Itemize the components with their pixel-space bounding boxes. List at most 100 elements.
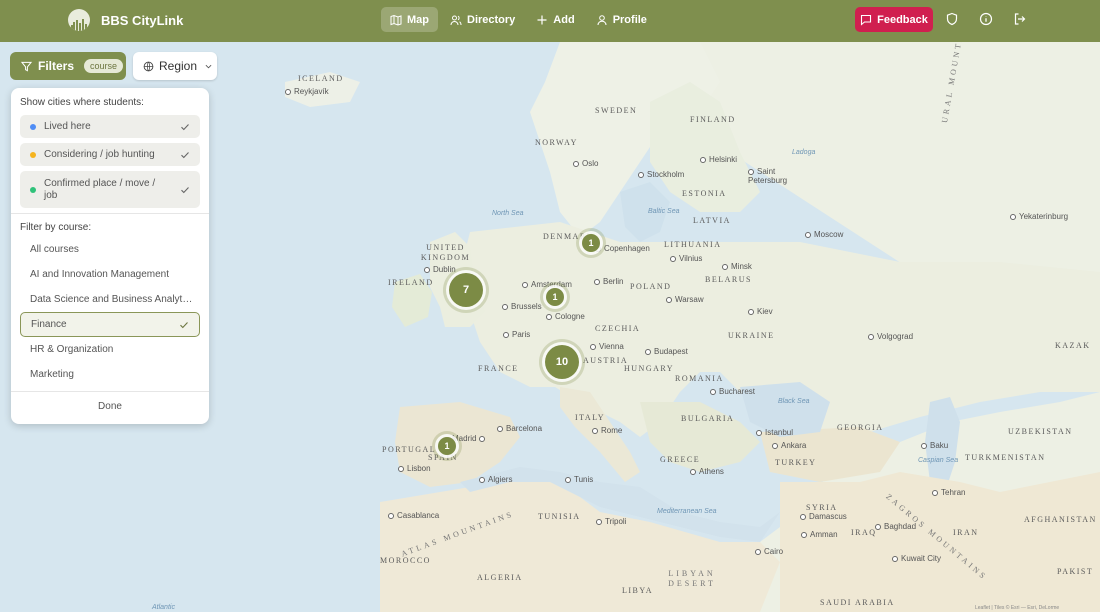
- done-button[interactable]: Done: [20, 392, 200, 412]
- map-label-country: BELARUS: [705, 275, 752, 284]
- map-label-city: Istanbul: [756, 428, 793, 437]
- map-label-city: Madrid: [452, 434, 485, 443]
- map-label-sea: Caspian Sea: [918, 457, 959, 464]
- brand[interactable]: BBS CityLink: [68, 9, 183, 31]
- map-label-city: Yekaterinburg: [1010, 212, 1068, 221]
- status-option-lived[interactable]: Lived here: [20, 115, 200, 138]
- course-option[interactable]: AI and Innovation Management: [20, 262, 200, 287]
- nav-map-button[interactable]: Map: [381, 7, 438, 32]
- status-option-confirmed[interactable]: Confirmed place / move / job: [20, 171, 200, 208]
- region-dropdown[interactable]: Region: [133, 52, 217, 80]
- map-label-country: ITALY: [575, 413, 606, 422]
- map-label-city: Helsinki: [700, 155, 737, 164]
- feedback-button[interactable]: Feedback: [855, 7, 933, 32]
- map-label-country: LATVIA: [693, 216, 731, 225]
- course-label: Finance: [31, 319, 67, 330]
- map-label-country: AUSTRIA: [583, 356, 629, 365]
- map-label-country: NORWAY: [535, 138, 578, 147]
- map-icon: [390, 14, 402, 26]
- map-label-city: Berlin: [594, 277, 623, 286]
- check-icon: [180, 321, 188, 328]
- map-label-city: Tehran: [932, 488, 965, 497]
- city-cluster-marker[interactable]: 7: [449, 273, 483, 307]
- map-label-country: UZBEKISTAN: [1008, 427, 1073, 436]
- map-label-country: SAUDI ARABIA: [820, 598, 895, 607]
- map-label-country: GEORGIA: [837, 423, 884, 432]
- map-label-city: Minsk: [722, 262, 752, 271]
- map-label-city: Athens: [690, 467, 724, 476]
- map-label-country: ESTONIA: [682, 189, 727, 198]
- map-label-country: CZECHIA: [595, 324, 641, 333]
- plus-icon: [537, 15, 547, 24]
- map-label-country: IRAN: [953, 528, 979, 537]
- map-label-city: Oslo: [573, 159, 598, 168]
- map-label-sea: Baltic Sea: [648, 208, 680, 215]
- status-label: Confirmed place / move / job: [44, 177, 156, 201]
- city-cluster-marker[interactable]: 1: [546, 288, 564, 306]
- map-label-city: Vienna: [590, 342, 624, 351]
- city-cluster-marker[interactable]: 10: [545, 345, 579, 379]
- map-label-city: Paris: [503, 330, 530, 339]
- status-heading: Show cities where students:: [20, 97, 144, 108]
- map-label-country: UKRAINE: [728, 331, 775, 340]
- map-label-country: LITHUANIA: [664, 240, 722, 249]
- map-label-city: Baku: [921, 441, 948, 450]
- map-label-country: FRANCE: [478, 364, 519, 373]
- globe-icon: [143, 61, 154, 71]
- nav-map-label: Map: [407, 13, 429, 26]
- nav-directory-button[interactable]: Directory: [441, 7, 524, 32]
- shield-icon[interactable]: [945, 12, 959, 26]
- map-label-city: Lisbon: [398, 464, 431, 473]
- map-label-country: TUNISIA: [538, 512, 581, 521]
- map-label-desert: LIBYAN DESERT: [668, 569, 716, 588]
- nav-profile-button[interactable]: Profile: [587, 7, 656, 32]
- logout-icon[interactable]: [1013, 12, 1027, 26]
- filters-button[interactable]: Filters course: [10, 52, 126, 80]
- map-label-city: Saint Petersburg: [748, 167, 803, 185]
- map-label-country: ALGERIA: [477, 573, 523, 582]
- map-label-city: Tunis: [565, 475, 593, 484]
- map-label-city: Ankara: [772, 441, 806, 450]
- course-option-selected[interactable]: Finance: [20, 312, 200, 337]
- map-label-country: ROMANIA: [675, 374, 724, 383]
- map-attribution[interactable]: Leaflet | Tiles © Esri — Esri, DeLorme: [975, 605, 1059, 611]
- course-option[interactable]: Data Science and Business Analyt…: [20, 287, 200, 312]
- main-nav: Map Directory Add Profile: [381, 7, 659, 32]
- course-option[interactable]: HR & Organization: [20, 337, 200, 362]
- top-navigation-bar: BBS CityLink Map Directory Add Profile F…: [0, 0, 1100, 42]
- status-dot-green: [30, 186, 36, 193]
- map-label-city: Damascus: [800, 512, 847, 521]
- map-label-city: Reykjavík: [285, 87, 329, 96]
- city-skyline-logo-icon: [68, 9, 90, 31]
- map-label-country: PAKIST: [1057, 567, 1094, 576]
- map-label-sea: North Sea: [492, 210, 524, 217]
- map-label-city: Baghdad: [875, 522, 916, 531]
- info-icon[interactable]: [979, 12, 993, 26]
- city-cluster-marker[interactable]: 1: [582, 234, 600, 252]
- filter-panel: Show cities where students: Lived here C…: [11, 88, 209, 424]
- nav-add-button[interactable]: Add: [527, 7, 583, 32]
- course-option[interactable]: All courses: [20, 237, 200, 262]
- user-icon: [597, 14, 607, 25]
- filter-icon: [21, 61, 32, 71]
- map-label-country: FINLAND: [690, 115, 736, 124]
- course-option[interactable]: Marketing: [20, 362, 200, 387]
- map-label-country: IRELAND: [388, 278, 434, 287]
- map-label-city: Cairo: [755, 547, 783, 556]
- map-label-country: UNITED KINGDOM: [420, 243, 471, 262]
- map-label-city: Amman: [801, 530, 838, 539]
- map-label-sea: Mediterranean Sea: [657, 508, 717, 515]
- region-label: Region: [159, 59, 198, 73]
- chevron-down-icon: [205, 64, 212, 68]
- map-label-ocean: Atlantic: [152, 604, 175, 611]
- check-icon: [181, 123, 189, 130]
- map-label-country: IRAQ: [851, 528, 877, 537]
- city-cluster-marker[interactable]: 1: [438, 437, 456, 455]
- status-option-considering[interactable]: Considering / job hunting: [20, 143, 200, 166]
- nav-profile-label: Profile: [612, 13, 647, 26]
- course-heading: Filter by course:: [20, 222, 92, 233]
- map-label-city: Stockholm: [638, 170, 684, 179]
- map-label-city: Copenhagen: [595, 244, 650, 253]
- map-label-city: Kiev: [748, 307, 773, 316]
- nav-directory-label: Directory: [467, 13, 516, 26]
